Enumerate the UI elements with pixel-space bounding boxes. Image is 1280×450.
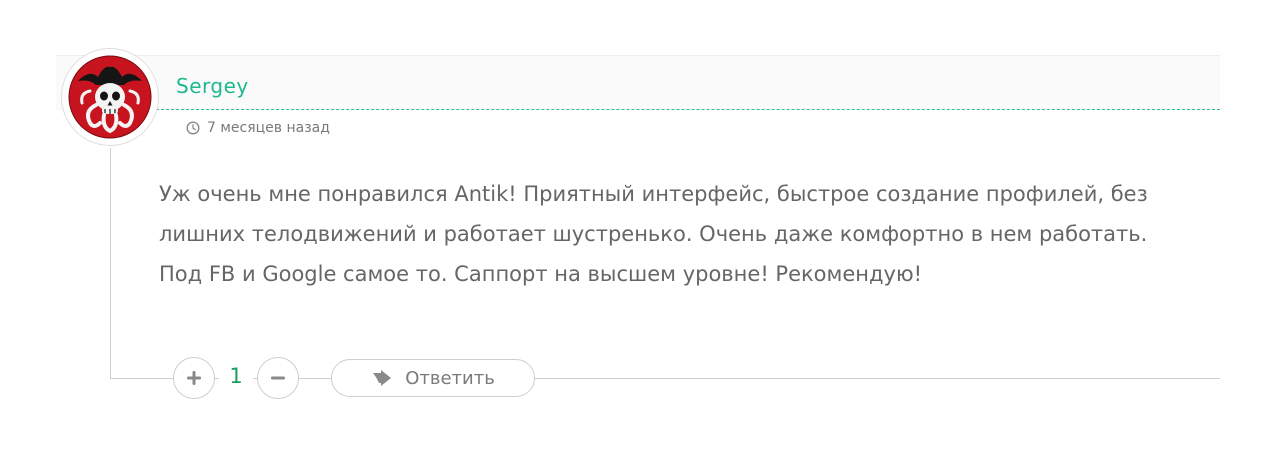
avatar[interactable] <box>61 48 159 146</box>
vote-count: 1 <box>226 364 246 388</box>
comment-time[interactable]: 7 месяцев назад <box>207 120 330 136</box>
skull-emblem-icon <box>68 55 152 139</box>
clock-icon <box>186 121 200 135</box>
reply-arrow-icon <box>373 370 392 386</box>
reply-label: Ответить <box>405 367 495 389</box>
vote-down-button[interactable] <box>257 357 299 399</box>
plus-icon <box>187 371 201 385</box>
comment-page: Sergey 7 месяцев назад Уж очень мне понр… <box>0 0 1280 450</box>
vote-up-button[interactable] <box>173 357 215 399</box>
thread-line-vertical <box>110 148 111 379</box>
minus-icon <box>271 376 285 380</box>
comment-meta: 7 месяцев назад <box>186 120 330 136</box>
header-divider <box>156 109 1220 110</box>
comment-body: Уж очень мне понравился Antik! Приятный … <box>159 182 1148 286</box>
comment-author[interactable]: Sergey <box>176 74 249 98</box>
reply-button[interactable]: Ответить <box>331 359 535 397</box>
